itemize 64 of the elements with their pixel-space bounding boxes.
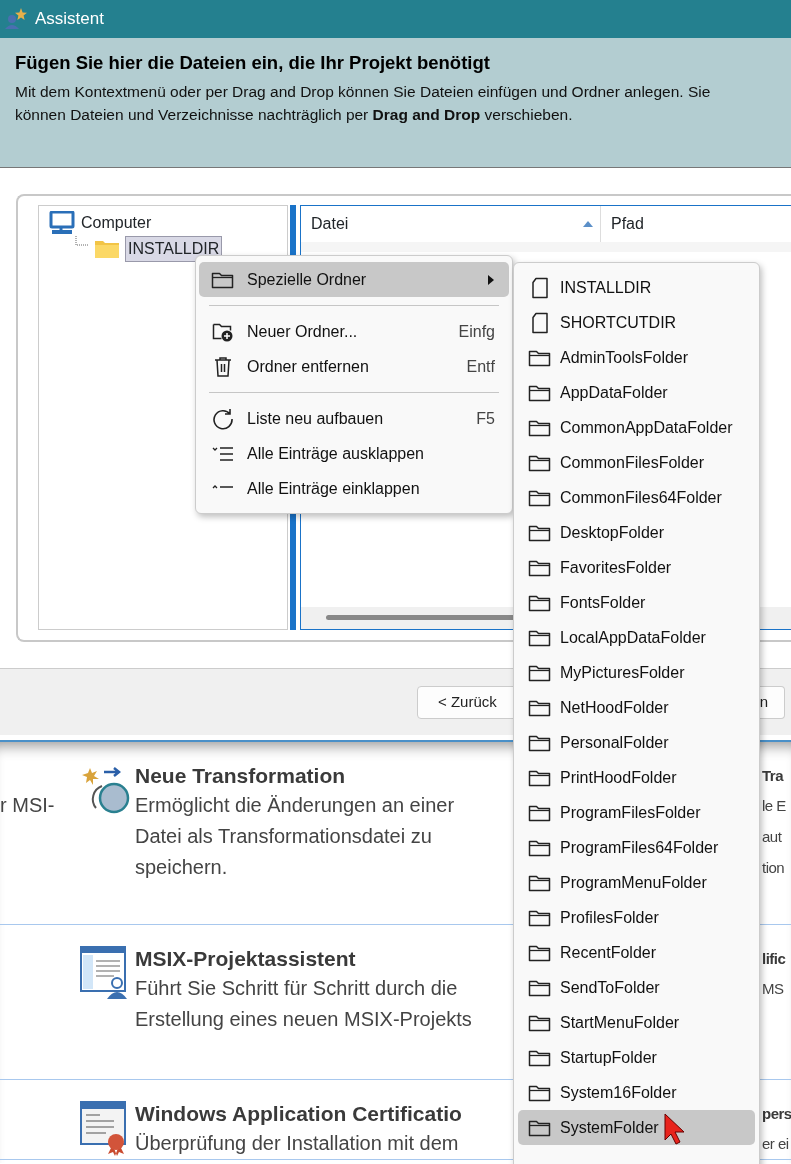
- menu-item[interactable]: System16Folder: [518, 1075, 755, 1110]
- computer-icon: [49, 211, 75, 235]
- menu-item[interactable]: AdminToolsFolder: [518, 340, 755, 375]
- menu-item[interactable]: AppDataFolder: [518, 375, 755, 410]
- trash-icon: [213, 355, 233, 378]
- menu-item[interactable]: FavoritesFolder: [518, 550, 755, 585]
- scrollbar-thumb[interactable]: [326, 615, 516, 620]
- menu-item[interactable]: FontsFolder: [518, 585, 755, 620]
- menu-item[interactable]: Neuer Ordner... Einfg: [199, 314, 509, 349]
- refresh-icon: [212, 407, 234, 430]
- menu-item[interactable]: LocalAppDataFolder: [518, 620, 755, 655]
- menu-item[interactable]: MyPicturesFolder: [518, 655, 755, 690]
- window-title: Assistent: [35, 8, 104, 31]
- file-icon: [531, 311, 549, 334]
- card-title: Neue Transformation: [135, 763, 346, 789]
- column-header[interactable]: Datei: [301, 206, 601, 242]
- card-description: Führt Sie Schritt für Schritt durch die Erstellung eines neuen MSIX-Projekts: [135, 976, 473, 1032]
- menu-item[interactable]: StartupFolder: [518, 1040, 755, 1075]
- menu-item[interactable]: Alle Einträge einklappen: [199, 471, 509, 506]
- menu-item[interactable]: INSTALLDIR: [518, 270, 755, 305]
- menu-item[interactable]: DesktopFolder: [518, 515, 755, 550]
- header-title: Fügen Sie hier die Dateien ein, die Ihr Projekt benötigt: [15, 52, 491, 75]
- menu-item[interactable]: ProgramMenuFolder: [518, 865, 755, 900]
- menu-item[interactable]: ProfilesFolder: [518, 900, 755, 935]
- mouse-cursor-icon: [664, 1113, 686, 1145]
- menu-item[interactable]: RecentFolder: [518, 935, 755, 970]
- partial-text: le E: [762, 796, 787, 816]
- menu-item[interactable]: CommonAppDataFolder: [518, 410, 755, 445]
- partial-text: r MSI-: [0, 793, 56, 818]
- file-icon: [531, 276, 549, 299]
- menu-item[interactable]: NetHoodFolder: [518, 690, 755, 725]
- card-title: MSIX-Projektassistent: [135, 946, 356, 972]
- tree-item[interactable]: Computer: [81, 211, 152, 235]
- partial-text: tion: [762, 858, 786, 878]
- menu-item[interactable]: SendToFolder: [518, 970, 755, 1005]
- menu-item[interactable]: Liste neu aufbauen F5: [199, 401, 509, 436]
- menu-item[interactable]: CommonFilesFolder: [518, 445, 755, 480]
- menu-item[interactable]: Alle Einträge ausklappen: [199, 436, 509, 471]
- partial-title: Tra: [762, 766, 783, 786]
- menu-item[interactable]: Ordner entfernen Entf: [199, 349, 509, 384]
- menu-item[interactable]: StartMenuFolder: [518, 1005, 755, 1040]
- partial-text: er ei: [762, 1134, 790, 1154]
- tree-item[interactable]: INSTALLDIR: [125, 236, 223, 262]
- menu-item[interactable]: PrintHoodFolder: [518, 760, 755, 795]
- partial-title: pers: [762, 1104, 791, 1124]
- window-user-icon: [80, 945, 130, 1001]
- partial-text: aut: [762, 827, 783, 847]
- menu-item[interactable]: ProgramFilesFolder: [518, 795, 755, 830]
- menu-item[interactable]: SHORTCUTDIR: [518, 305, 755, 340]
- menu-item[interactable]: CommonFiles64Folder: [518, 480, 755, 515]
- expand-all-icon: [212, 445, 234, 462]
- partial-title: lific: [762, 949, 786, 969]
- menu-item[interactable]: Spezielle Ordner: [199, 262, 509, 297]
- card-description: Ermöglicht die Änderungen an einer Datei als Transformationsdatei zu speichern.: [135, 793, 456, 880]
- card-title: Windows Application Certificatio: [135, 1101, 462, 1127]
- folder-icon: [95, 240, 119, 258]
- menu-item[interactable]: SystemFolder: [518, 1110, 755, 1145]
- wizard-icon: [3, 7, 27, 31]
- menu-item[interactable]: PersonalFolder: [518, 725, 755, 760]
- header-text: Mit dem Kontextmenü oder per Drag and Drop können Sie Dateien einfügen und Ordner anlegen. Sie können Dateien und Verzeichnisse nachträglich per Drag and Drop verschieben.: [15, 82, 712, 126]
- column-header[interactable]: Pfad: [601, 206, 644, 242]
- card-description: Überprüfung der Installation mit dem: [135, 1131, 460, 1156]
- menu-item[interactable]: ProgramFiles64Folder: [518, 830, 755, 865]
- partial-text: MS: [762, 979, 785, 999]
